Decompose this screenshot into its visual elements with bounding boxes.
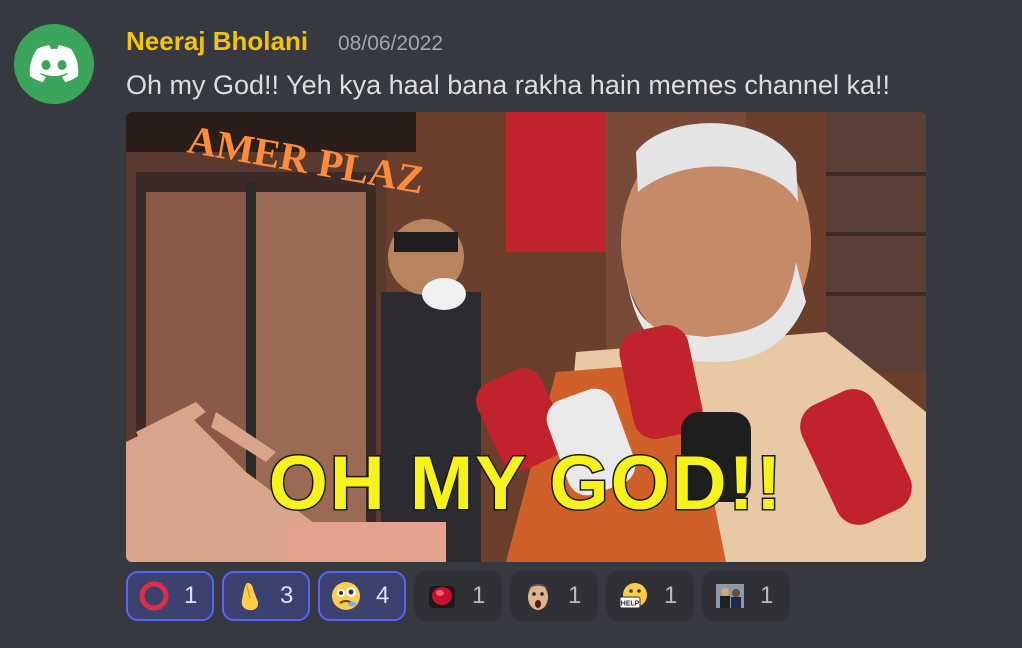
shocked-man-emoji-icon	[522, 580, 554, 612]
message-timestamp: 08/06/2022	[338, 32, 444, 55]
pinched-fingers-icon	[234, 580, 266, 612]
message-content: Oh my God!! Yeh kya haal bana rakha hain…	[126, 70, 890, 100]
reaction-photo[interactable]: 1	[702, 571, 790, 621]
reaction-help-face[interactable]: HELP 1	[606, 571, 694, 621]
avatar[interactable]	[14, 24, 94, 104]
reaction-count: 1	[664, 582, 678, 609]
meme-image[interactable]: AMER PLAZ OH MY GOD!!	[126, 112, 926, 562]
photo-emoji-icon	[714, 580, 746, 612]
meme-caption: OH MY GOD!!	[267, 440, 784, 528]
svg-text:HELP: HELP	[621, 601, 640, 608]
message-author[interactable]: Neeraj Bholani	[126, 26, 308, 57]
reaction-count: 1	[760, 582, 774, 609]
red-button-emoji-icon	[426, 580, 458, 612]
reaction-count: 4	[376, 582, 390, 609]
red-circle-icon	[138, 580, 170, 612]
reaction-count: 3	[280, 582, 294, 609]
reaction-shocked-man[interactable]: 1	[510, 571, 598, 621]
discord-logo-icon	[29, 45, 79, 82]
help-face-emoji-icon: HELP	[618, 580, 650, 612]
reaction-count: 1	[184, 582, 198, 609]
reaction-red-button[interactable]: 1	[414, 571, 502, 621]
reaction-bar: 1 3 4 1 1 HELP 1 1	[126, 571, 790, 621]
reaction-woozy-face[interactable]: 4	[318, 571, 406, 621]
reaction-red-circle[interactable]: 1	[126, 571, 214, 621]
reaction-count: 1	[568, 582, 582, 609]
woozy-face-icon	[330, 580, 362, 612]
reaction-pinched-fingers[interactable]: 3	[222, 571, 310, 621]
reaction-count: 1	[472, 582, 486, 609]
